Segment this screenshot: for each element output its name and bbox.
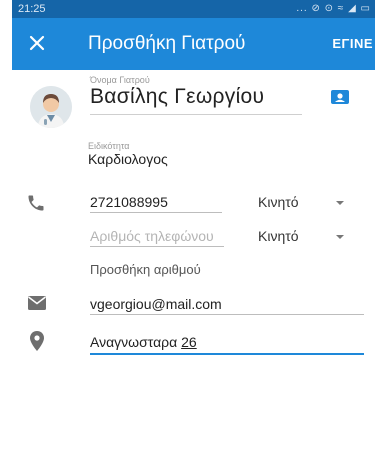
location-pin-icon	[30, 331, 44, 351]
doctor-avatar-icon	[30, 86, 72, 128]
contact-card-icon[interactable]	[330, 88, 350, 106]
phone-icon	[28, 195, 44, 211]
status-time: 21:25	[18, 3, 46, 15]
email-field-underline	[90, 314, 364, 315]
phone-type-select-2[interactable]: Κινητό	[258, 228, 299, 244]
close-icon[interactable]	[26, 32, 48, 54]
doctor-name-field[interactable]: Βασίλης Γεωργίου	[90, 84, 300, 110]
name-field-underline	[90, 114, 302, 115]
phone-field-underline	[90, 212, 222, 213]
chevron-down-icon[interactable]	[336, 201, 344, 205]
screen-bottom-border	[0, 445, 375, 450]
add-number-button[interactable]: Προσθήκη αριθμού	[90, 262, 201, 277]
phone-number-field[interactable]: 2721088995	[90, 194, 168, 210]
status-icons: ... ⊘ ⊙ ≈ ◢ ▭	[296, 3, 371, 14]
page-title: Προσθήκη Γιατρού	[88, 33, 246, 54]
address-field-focus-line	[90, 353, 364, 355]
email-field[interactable]: vgeorgiou@mail.com	[90, 296, 222, 312]
address-number: 26	[181, 334, 197, 350]
screen-border	[0, 0, 12, 450]
mail-icon	[28, 296, 46, 310]
status-bar: 21:25 ... ⊘ ⊙ ≈ ◢ ▭	[12, 0, 375, 18]
specialty-field[interactable]: Καρδιολογος	[88, 151, 168, 167]
done-button[interactable]: ΕΓΙΝΕ	[332, 18, 373, 70]
phone-input-underline	[90, 246, 224, 247]
specialty-label: Ειδικότητα	[88, 141, 130, 151]
doctor-avatar[interactable]	[30, 86, 72, 128]
address-field[interactable]: Αναγνωσταρα 26	[90, 334, 197, 350]
address-street: Αναγνωσταρα	[90, 334, 182, 350]
phone-type-select[interactable]: Κινητό	[258, 194, 299, 210]
phone-number-input[interactable]: Αριθμός τηλεφώνου	[90, 228, 224, 244]
chevron-down-icon-2[interactable]	[336, 235, 344, 239]
app-bar: Προσθήκη Γιατρού ΕΓΙΝΕ	[12, 18, 375, 70]
